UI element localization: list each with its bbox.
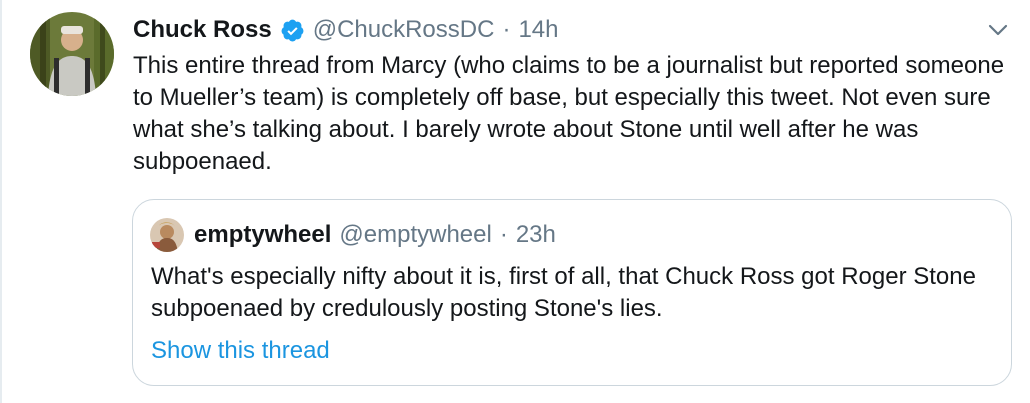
verified-badge-icon xyxy=(280,18,305,43)
quoted-tweet-header: emptywheel @emptywheel · 23h xyxy=(150,217,556,253)
header-separator: · xyxy=(502,16,511,43)
show-thread-link[interactable]: Show this thread xyxy=(151,337,330,365)
quoted-tweet-timestamp: 23h xyxy=(515,221,556,248)
author-name[interactable]: Chuck Ross xyxy=(133,16,272,44)
quoted-tweet-text: What's especially nifty about it is, fir… xyxy=(151,263,976,322)
left-divider xyxy=(0,0,2,403)
tweet[interactable]: Chuck Ross @ChuckRossDC · 14h This entir… xyxy=(0,0,1030,403)
author-handle[interactable]: @ChuckRossDC xyxy=(313,16,495,44)
chevron-down-icon[interactable] xyxy=(984,16,1012,44)
tweet-header: Chuck Ross @ChuckRossDC · 14h xyxy=(133,12,558,48)
quoted-header-separator: · xyxy=(499,221,508,248)
tweet-timestamp[interactable]: 14h xyxy=(518,16,558,44)
quoted-author-handle: @emptywheel xyxy=(339,221,492,248)
quoted-author-avatar xyxy=(150,218,184,252)
author-avatar[interactable] xyxy=(30,12,114,96)
quoted-author-name: emptywheel xyxy=(194,221,332,248)
quoted-tweet-card[interactable]: emptywheel @emptywheel · 23h What's espe… xyxy=(132,199,1012,386)
tweet-text: This entire thread from Marcy (who claim… xyxy=(133,52,1005,175)
